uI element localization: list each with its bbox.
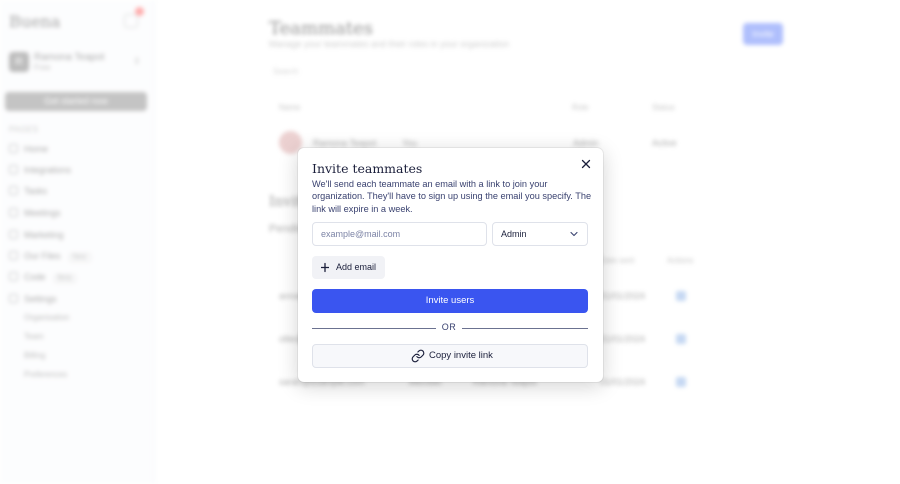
divider: [312, 328, 436, 329]
copy-invite-link-label: Copy invite link: [429, 350, 493, 361]
plus-icon: [320, 256, 330, 287]
link-icon: [411, 349, 425, 363]
role-select-value: Admin: [501, 229, 527, 239]
invite-modal: Invite teammates We'll send each teammat…: [298, 148, 603, 382]
modal-description: We'll send each teammate an email with a…: [312, 179, 592, 214]
or-separator: OR: [441, 322, 457, 332]
modal-title: Invite teammates: [312, 161, 423, 176]
close-icon[interactable]: [579, 157, 593, 171]
divider: [462, 328, 588, 329]
add-email-button[interactable]: Add email: [312, 256, 385, 279]
role-select[interactable]: Admin: [492, 222, 588, 246]
copy-invite-link-button[interactable]: Copy invite link: [312, 344, 588, 368]
chevron-down-icon: [569, 224, 579, 244]
email-input[interactable]: [312, 222, 487, 246]
invite-users-button[interactable]: Invite users: [312, 289, 588, 313]
add-email-label: Add email: [336, 262, 377, 272]
